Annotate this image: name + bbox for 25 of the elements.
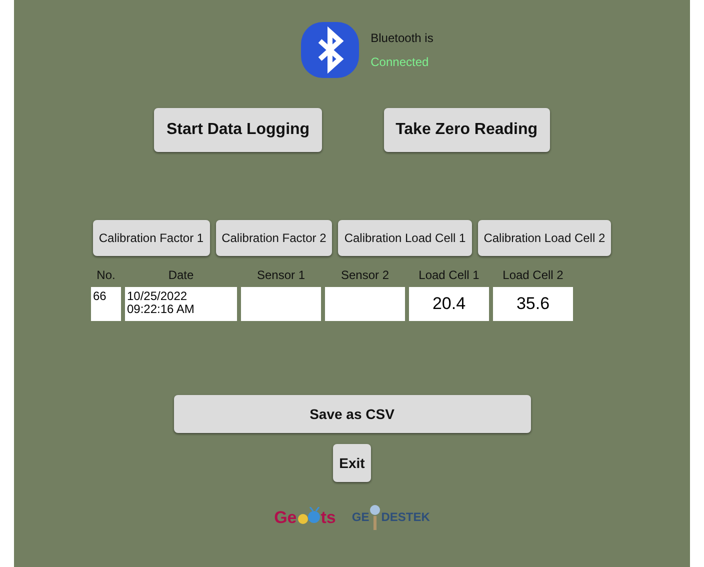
calibration-button[interactable]: Calibration Factor 2: [216, 220, 332, 256]
table-cell: 66: [91, 287, 121, 321]
status-label: Bluetooth is: [370, 30, 434, 47]
column-header: Sensor 2: [340, 267, 390, 284]
column-header: No.: [96, 267, 116, 284]
table-cell: 10/25/2022 09:22:16 AM: [125, 287, 237, 321]
save-button[interactable]: Save as CSV: [174, 395, 530, 433]
action-button[interactable]: Take Zero Reading: [384, 108, 550, 152]
calibration-button[interactable]: Calibration Load Cell 1: [338, 220, 472, 256]
table-cell: 20.4: [409, 287, 489, 321]
logo-text: ts: [320, 506, 336, 528]
exit-button[interactable]: Exit: [333, 444, 371, 482]
column-header: Load Cell 2: [502, 267, 564, 284]
column-header: Load Cell 1: [418, 267, 480, 284]
action-button[interactable]: Start Data Logging: [154, 108, 322, 152]
column-header: Date: [168, 267, 194, 284]
status-value: Connected: [370, 54, 430, 71]
calibration-button[interactable]: Calibration Load Cell 2: [478, 220, 612, 256]
column-header: Sensor 1: [256, 267, 306, 284]
bluetooth-icon: [300, 22, 359, 78]
logo-text: Ge: [274, 506, 297, 528]
calibration-button[interactable]: Calibration Factor 1: [92, 220, 210, 256]
table-cell: 35.6: [493, 287, 573, 321]
logo-text: DESTEK: [381, 509, 430, 526]
logo-text: GE: [352, 509, 370, 526]
